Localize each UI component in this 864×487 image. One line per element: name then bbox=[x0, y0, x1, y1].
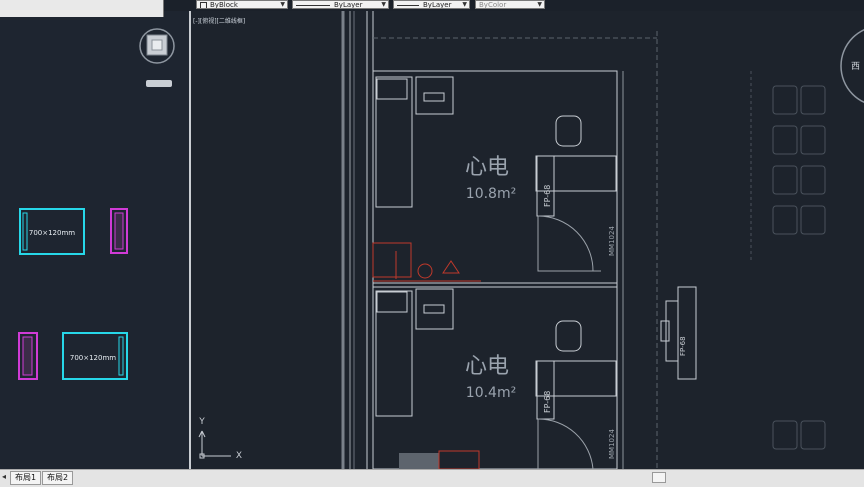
corridor-equipment[interactable] bbox=[660, 286, 697, 380]
room-2-door-tag: MM1024 bbox=[608, 429, 616, 459]
room-1-door-tag: MM1024 bbox=[608, 226, 616, 256]
drawing-viewport[interactable]: [-][俯视][二维线框] 心电 10.8m² FP-68 MM1024 心电 … bbox=[191, 11, 864, 469]
linetype-combo[interactable]: ByLayer ▼ bbox=[292, 0, 389, 9]
linetype-preview bbox=[296, 4, 330, 6]
tool-palette: 700×120mm 700×120mm bbox=[0, 17, 189, 469]
compass-label: 西 bbox=[851, 61, 860, 72]
room-1-area: 10.8m² bbox=[466, 186, 516, 202]
lineweight-combo[interactable]: ByLayer ▼ bbox=[393, 0, 470, 9]
layout-tab-bar: ◂ 布局1 布局2 bbox=[0, 469, 864, 487]
block-label: 700×120mm bbox=[29, 229, 75, 237]
room-2-area: 10.4m² bbox=[466, 385, 516, 401]
plotstyle-combo[interactable]: ByColor ▼ bbox=[475, 0, 545, 9]
chevron-down-icon: ▼ bbox=[280, 1, 285, 8]
tab-layout-1[interactable]: 布局1 bbox=[10, 471, 42, 485]
cyan-block-2[interactable]: 700×120mm bbox=[62, 332, 128, 380]
lineweight-combo-value: ByLayer bbox=[423, 1, 452, 9]
magenta-block-2[interactable] bbox=[18, 332, 38, 380]
red-symbols bbox=[372, 242, 481, 282]
grey-block bbox=[399, 453, 439, 469]
palette-viewcube[interactable] bbox=[139, 28, 175, 87]
color-combo[interactable]: ByBlock ▼ bbox=[196, 0, 288, 9]
ucs-x-label: X bbox=[236, 451, 242, 461]
plotstyle-combo-value: ByColor bbox=[479, 1, 507, 9]
lineweight-preview bbox=[397, 4, 419, 6]
floating-window-edge bbox=[0, 0, 164, 18]
room-2-equipment-tag: FP-68 bbox=[543, 391, 552, 413]
room-1-name: 心电 bbox=[465, 155, 509, 180]
chevron-down-icon: ▼ bbox=[537, 1, 542, 8]
room-2-name: 心电 bbox=[465, 354, 509, 379]
chevron-down-icon: ▼ bbox=[381, 1, 386, 8]
chevron-down-icon: ▼ bbox=[462, 1, 467, 8]
room-1-equipment-tag: FP-68 bbox=[543, 185, 552, 207]
corridor-equipment-tag: FP-68 bbox=[679, 336, 687, 356]
tab-scroll-arrows[interactable]: ◂ bbox=[2, 472, 6, 481]
ucs-icon bbox=[198, 430, 231, 459]
red-outline-block bbox=[438, 450, 480, 469]
cyan-block-1[interactable]: 700×120mm bbox=[19, 208, 85, 255]
horizontal-scrollbar-thumb[interactable] bbox=[652, 472, 666, 483]
color-combo-value: ByBlock bbox=[210, 1, 238, 9]
tab-layout-2[interactable]: 布局2 bbox=[42, 471, 74, 485]
faint-seat-blocks bbox=[750, 71, 826, 450]
magenta-block-1[interactable] bbox=[110, 208, 128, 254]
block-label: 700×120mm bbox=[70, 354, 116, 362]
color-swatch bbox=[200, 1, 207, 8]
linetype-combo-value: ByLayer bbox=[334, 1, 363, 9]
viewcube-compass[interactable]: 西 bbox=[840, 26, 864, 106]
ucs-y-label: Y bbox=[198, 417, 205, 427]
